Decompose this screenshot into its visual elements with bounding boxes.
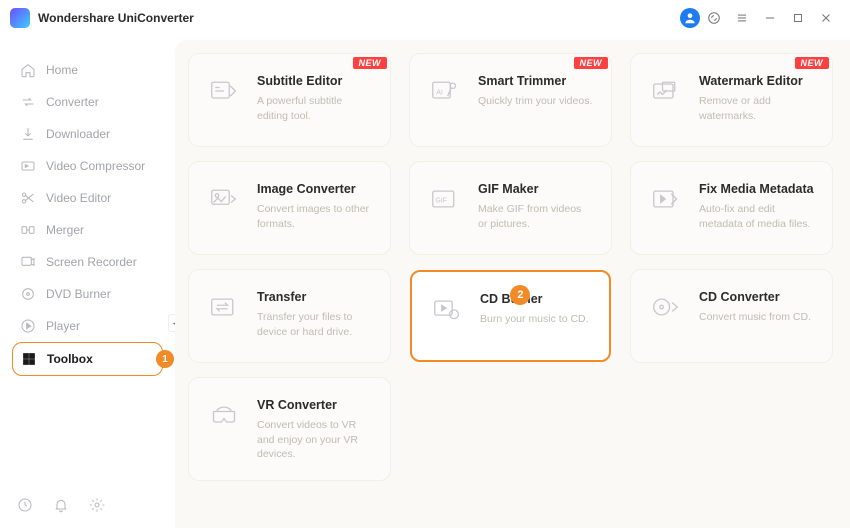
sidebar-item-merger[interactable]: Merger — [12, 214, 163, 246]
content-area: 2 NEW Subtitle Editor A powerful subtitl… — [175, 40, 850, 528]
card-desc: Auto-fix and edit metadata of media file… — [699, 202, 814, 231]
new-badge: NEW — [574, 57, 609, 69]
image-convert-icon — [207, 182, 241, 216]
scissors-icon — [20, 190, 36, 206]
close-button[interactable] — [812, 4, 840, 32]
svg-text:AI: AI — [436, 90, 443, 97]
converter-icon — [20, 94, 36, 110]
history-icon[interactable] — [16, 496, 34, 514]
subtitle-icon — [207, 74, 241, 108]
card-desc: Quickly trim your videos. — [478, 94, 593, 109]
card-transfer[interactable]: Transfer Transfer your files to device o… — [189, 270, 390, 362]
maximize-button[interactable] — [784, 4, 812, 32]
card-title: Watermark Editor — [699, 74, 814, 88]
card-title: CD Burner — [480, 292, 591, 306]
titlebar: Wondershare UniConverter — [0, 0, 850, 36]
minimize-button[interactable] — [756, 4, 784, 32]
merge-icon — [20, 222, 36, 238]
sidebar-item-video-compressor[interactable]: Video Compressor — [12, 150, 163, 182]
sidebar-item-label: Converter — [46, 95, 99, 109]
sidebar-item-converter[interactable]: Converter — [12, 86, 163, 118]
card-cd-burner[interactable]: CD Burner Burn your music to CD. — [410, 270, 611, 362]
card-desc: Make GIF from videos or pictures. — [478, 202, 593, 231]
card-desc: Convert music from CD. — [699, 310, 814, 325]
disc-icon — [20, 286, 36, 302]
sidebar-item-label: Home — [46, 63, 78, 77]
card-title: VR Converter — [257, 398, 372, 412]
sidebar-item-home[interactable]: Home — [12, 54, 163, 86]
record-icon — [20, 254, 36, 270]
card-title: CD Converter — [699, 290, 814, 304]
card-fix-metadata[interactable]: Fix Media Metadata Auto-fix and edit met… — [631, 162, 832, 254]
sidebar-item-video-editor[interactable]: Video Editor — [12, 182, 163, 214]
settings-icon[interactable] — [88, 496, 106, 514]
sidebar-item-dvd-burner[interactable]: DVD Burner — [12, 278, 163, 310]
sidebar-item-label: Player — [46, 319, 80, 333]
metadata-icon — [649, 182, 683, 216]
card-subtitle-editor[interactable]: NEW Subtitle Editor A powerful subtitle … — [189, 54, 390, 146]
watermark-icon — [649, 74, 683, 108]
sidebar-item-label: Screen Recorder — [46, 255, 137, 269]
sidebar-item-label: Toolbox — [47, 352, 93, 366]
tool-grid: NEW Subtitle Editor A powerful subtitle … — [189, 54, 832, 480]
card-title: Fix Media Metadata — [699, 182, 814, 196]
toolbox-icon — [21, 351, 37, 367]
sidebar-item-label: Video Compressor — [46, 159, 145, 173]
sidebar-item-label: DVD Burner — [46, 287, 111, 301]
transfer-icon — [207, 290, 241, 324]
sidebar-item-downloader[interactable]: Downloader — [12, 118, 163, 150]
app-logo — [10, 8, 30, 28]
card-desc: A powerful subtitle editing tool. — [257, 94, 372, 123]
sidebar-item-label: Merger — [46, 223, 84, 237]
card-desc: Convert images to other formats. — [257, 202, 372, 231]
card-title: GIF Maker — [478, 182, 593, 196]
compress-icon — [20, 158, 36, 174]
new-badge: NEW — [795, 57, 830, 69]
card-gif-maker[interactable]: GIF GIF Maker Make GIF from videos or pi… — [410, 162, 611, 254]
vr-icon — [207, 398, 241, 432]
card-desc: Transfer your files to device or hard dr… — [257, 310, 372, 339]
cd-convert-icon — [649, 290, 683, 324]
card-image-converter[interactable]: Image Converter Convert images to other … — [189, 162, 390, 254]
card-vr-converter[interactable]: VR Converter Convert videos to VR and en… — [189, 378, 390, 480]
sidebar-item-label: Video Editor — [46, 191, 111, 205]
sidebar: Home Converter Downloader Video Compress… — [0, 36, 175, 528]
new-badge: NEW — [353, 57, 388, 69]
sidebar-item-player[interactable]: Player — [12, 310, 163, 342]
card-desc: Convert videos to VR and enjoy on your V… — [257, 418, 372, 462]
gif-icon: GIF — [428, 182, 462, 216]
bell-icon[interactable] — [52, 496, 70, 514]
card-title: Subtitle Editor — [257, 74, 372, 88]
user-icon[interactable] — [680, 8, 700, 28]
sidebar-item-label: Downloader — [46, 127, 110, 141]
svg-text:GIF: GIF — [435, 198, 447, 205]
sidebar-item-toolbox[interactable]: Toolbox — [12, 342, 163, 376]
play-icon — [20, 318, 36, 334]
card-title: Transfer — [257, 290, 372, 304]
card-title: Smart Trimmer — [478, 74, 593, 88]
home-icon — [20, 62, 36, 78]
menu-icon[interactable] — [728, 4, 756, 32]
card-watermark-editor[interactable]: NEW Watermark Editor Remove or add water… — [631, 54, 832, 146]
card-desc: Burn your music to CD. — [480, 312, 591, 327]
card-cd-converter[interactable]: CD Converter Convert music from CD. — [631, 270, 832, 362]
card-title: Image Converter — [257, 182, 372, 196]
app-title: Wondershare UniConverter — [38, 11, 194, 25]
card-smart-trimmer[interactable]: NEW AI Smart Trimmer Quickly trim your v… — [410, 54, 611, 146]
cd-burner-icon — [430, 292, 464, 326]
card-desc: Remove or add watermarks. — [699, 94, 814, 123]
download-icon — [20, 126, 36, 142]
sidebar-item-screen-recorder[interactable]: Screen Recorder — [12, 246, 163, 278]
help-icon[interactable] — [700, 4, 728, 32]
trimmer-icon: AI — [428, 74, 462, 108]
